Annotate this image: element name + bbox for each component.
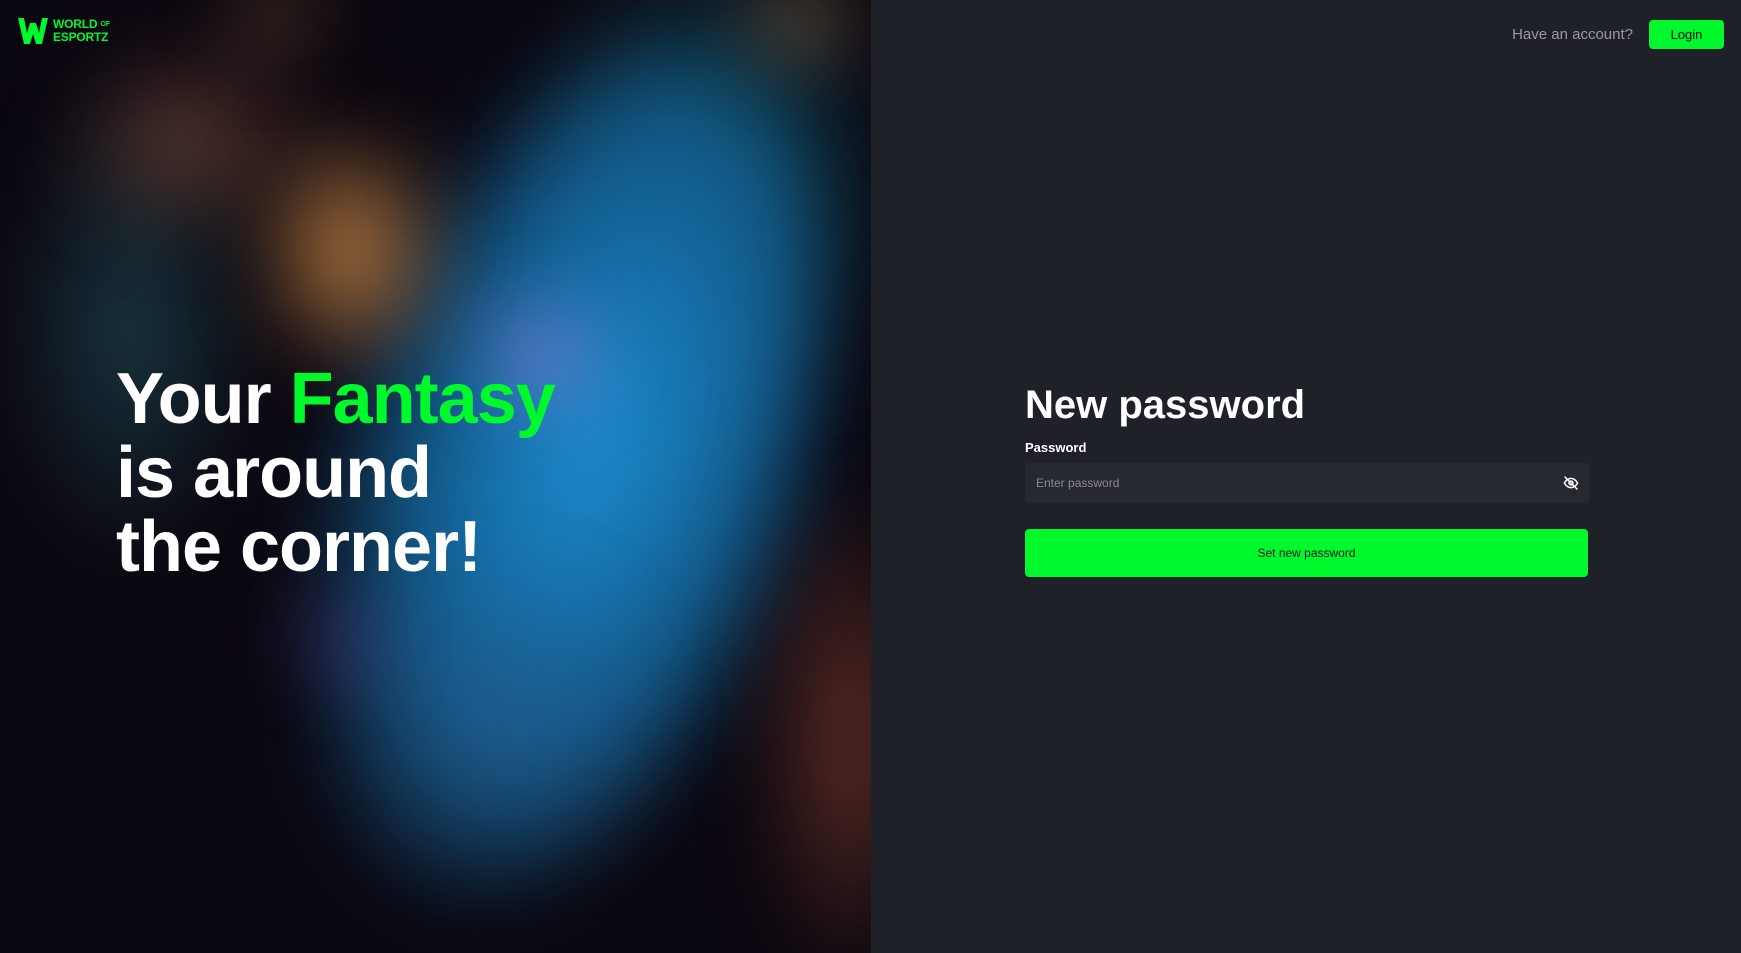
brand-logo[interactable]: WORLD OF ESPORTZ (17, 15, 110, 47)
headline-line3: the corner! (116, 507, 482, 587)
background-blur (300, 600, 380, 680)
background-blur (330, 560, 670, 880)
password-input[interactable] (1025, 463, 1589, 503)
headline-line2: is around (116, 433, 432, 513)
form-panel: Have an account? Login New password Pass… (871, 0, 1741, 953)
set-new-password-button[interactable]: Set new password (1025, 529, 1588, 577)
logo-word-of: OF (100, 21, 110, 28)
background-blur (250, 120, 450, 380)
new-password-form: New password Password Set new password (1025, 380, 1589, 577)
topbar: Have an account? Login (1512, 20, 1724, 49)
logo-word-esportz: ESPORTZ (53, 30, 109, 44)
headline-line1: Your (116, 359, 290, 439)
password-field-wrapper (1025, 463, 1589, 503)
hero-panel: WORLD OF ESPORTZ Your Fantasy is around … (0, 0, 871, 953)
logo-mark-icon (18, 18, 48, 44)
reset-password-page: WORLD OF ESPORTZ Your Fantasy is around … (0, 0, 1741, 953)
hero-headline: Your Fantasy is around the corner! (116, 359, 556, 587)
headline-accent: Fantasy (289, 359, 556, 439)
login-button[interactable]: Login (1649, 20, 1724, 49)
form-title: New password (1025, 383, 1306, 427)
logo-wordmark: WORLD OF ESPORTZ (53, 18, 110, 44)
logo-word-world: WORLD (53, 17, 98, 31)
password-label: Password (1025, 440, 1087, 455)
have-account-text: Have an account? (1512, 26, 1633, 43)
eye-off-icon (1563, 476, 1579, 490)
toggle-password-visibility-button[interactable] (1561, 473, 1581, 493)
